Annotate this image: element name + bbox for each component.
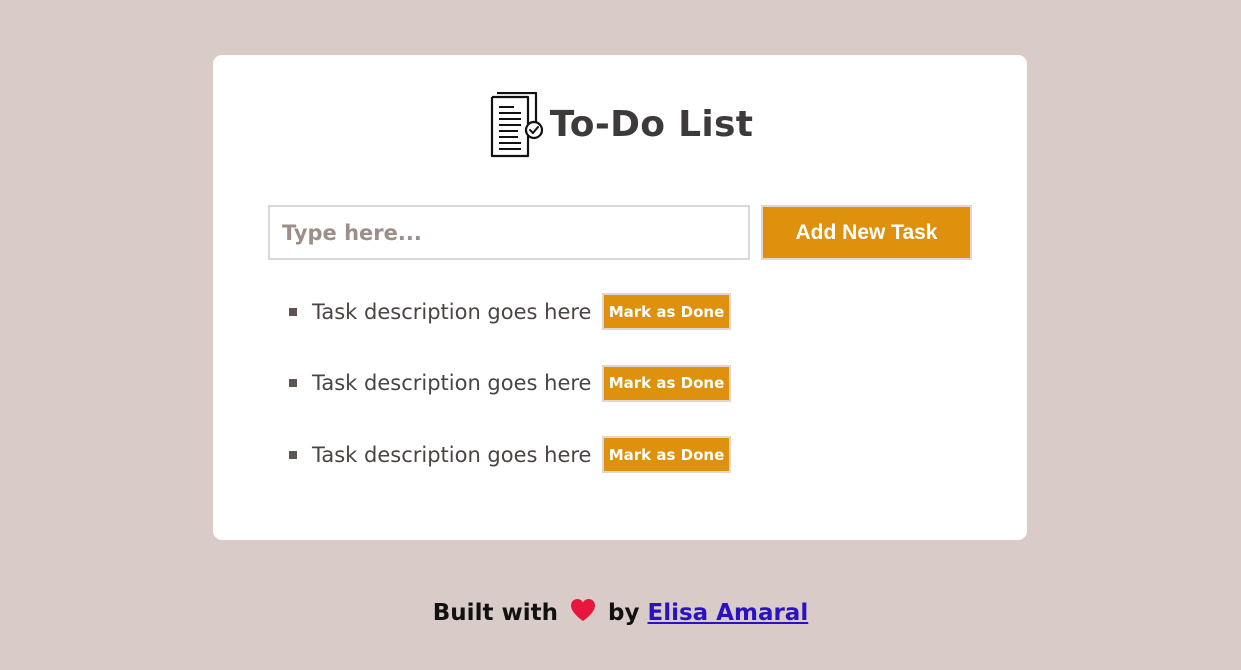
task-item: Task description goes here Mark as Done [289, 293, 731, 330]
task-text: Task description goes here [312, 299, 592, 324]
mark-as-done-button[interactable]: Mark as Done [602, 293, 731, 330]
bullet-icon [289, 450, 297, 459]
checklist-document-icon [490, 92, 543, 158]
author-link[interactable]: Elisa Amaral [647, 600, 808, 626]
add-new-task-button[interactable]: Add New Task [761, 205, 972, 260]
task-list: Task description goes here Mark as Done … [289, 293, 731, 508]
task-item: Task description goes here Mark as Done [289, 436, 731, 473]
task-item: Task description goes here Mark as Done [289, 364, 731, 402]
footer: Built with by Elisa Amaral [0, 596, 1241, 630]
page-title: To-Do List [549, 104, 754, 145]
footer-by: by [608, 600, 640, 626]
bullet-icon [289, 307, 297, 316]
task-input[interactable] [268, 205, 750, 260]
mark-as-done-button[interactable]: Mark as Done [602, 436, 731, 473]
bullet-icon [289, 379, 297, 387]
header: To-Do List [0, 92, 1241, 158]
mark-as-done-button[interactable]: Mark as Done [602, 364, 731, 402]
task-text: Task description goes here [312, 442, 592, 467]
footer-prefix: Built with [432, 600, 558, 626]
task-text: Task description goes here [312, 371, 592, 395]
heart-icon [570, 599, 595, 621]
